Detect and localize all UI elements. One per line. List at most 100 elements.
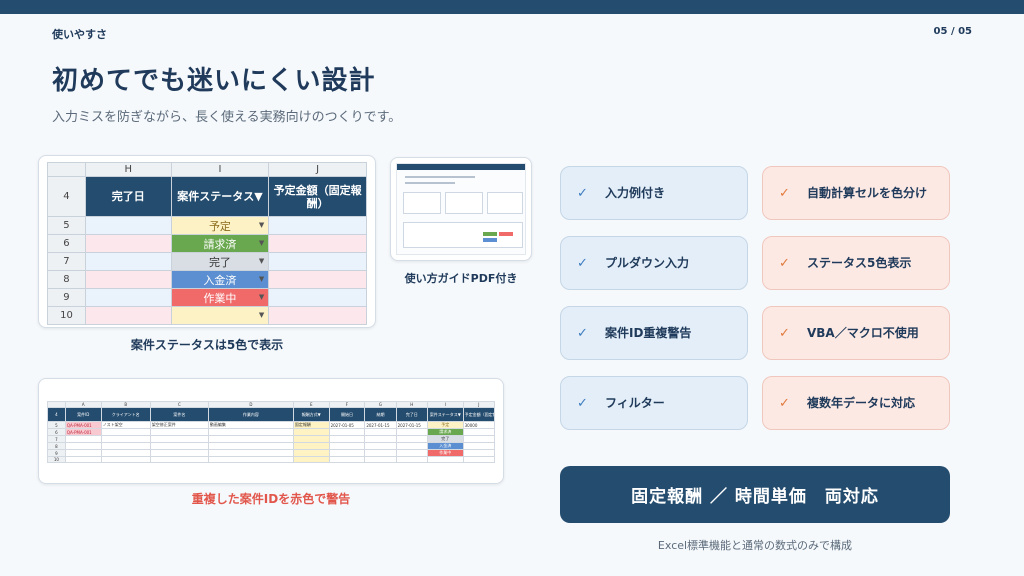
sheet-cell[interactable] xyxy=(328,428,366,436)
completion-date-cell[interactable] xyxy=(84,270,172,289)
sheet-cell[interactable]: 完了 xyxy=(426,435,464,443)
sheet-cell[interactable]: 入金済 xyxy=(426,442,464,450)
row-number: 8 xyxy=(47,442,66,450)
top-bar xyxy=(0,0,1024,14)
sheet-cell[interactable] xyxy=(395,428,428,436)
section-label: 使いやすさ xyxy=(52,28,107,41)
sheet-cell[interactable] xyxy=(292,442,330,450)
sheet-cell[interactable] xyxy=(100,442,151,450)
sheet-cell[interactable] xyxy=(100,456,151,463)
sheet-cell[interactable] xyxy=(149,435,209,443)
sheet-cell[interactable] xyxy=(149,456,209,463)
row-number: 10 xyxy=(47,456,66,463)
sheet-cell[interactable] xyxy=(64,435,102,443)
check-icon: ✓ xyxy=(577,325,588,341)
sheet-cell[interactable]: 30000 xyxy=(462,421,496,429)
planned-amount-cell[interactable] xyxy=(268,234,367,253)
sheet-cell[interactable] xyxy=(395,456,428,463)
sheet-cell[interactable] xyxy=(292,456,330,463)
planned-amount-cell[interactable] xyxy=(268,270,367,289)
sheet-cell[interactable] xyxy=(395,435,428,443)
status-dropdown-cell[interactable]: 完了 ▼ xyxy=(170,252,270,271)
dropdown-arrow-icon[interactable]: ▼ xyxy=(259,311,264,319)
sheet-cell[interactable] xyxy=(149,442,209,450)
completion-date-cell[interactable] xyxy=(84,234,172,253)
header-row: 4 案件ID クライアント名 案件名 作業内容 報酬方式▼ 開始日 納期 完了日 案件ステータス▼… xyxy=(47,407,496,422)
planned-amount-cell[interactable] xyxy=(268,252,367,271)
sheet-cell[interactable] xyxy=(395,449,428,457)
dropdown-arrow-icon[interactable]: ▼ xyxy=(259,221,264,229)
sheet-cell[interactable] xyxy=(64,449,102,457)
sheet-cell[interactable]: 2027-01-15 xyxy=(364,421,397,429)
sheet-cell[interactable] xyxy=(395,442,428,450)
sheet-cell[interactable] xyxy=(292,435,330,443)
sheet-cell[interactable] xyxy=(207,442,294,450)
status-dropdown-cell[interactable]: 作業中 ▼ xyxy=(170,288,270,307)
sheet-cell[interactable] xyxy=(364,456,397,463)
check-icon: ✓ xyxy=(577,395,588,411)
sheet-cell[interactable] xyxy=(64,456,102,463)
sheet-cell[interactable]: 請求済 xyxy=(426,428,464,436)
header-cell: 納期 xyxy=(364,407,397,422)
dropdown-arrow-icon[interactable]: ▼ xyxy=(259,257,264,265)
sheet-cell[interactable] xyxy=(328,456,366,463)
feature-card: ✓ 複数年データに対応 xyxy=(762,376,950,430)
dropdown-arrow-icon[interactable]: ▼ xyxy=(259,293,264,301)
sheet-cell[interactable] xyxy=(462,449,496,457)
sheet-cell[interactable]: 2027-01-05 xyxy=(328,421,366,429)
completion-date-cell[interactable] xyxy=(84,306,172,325)
duplicate-sheet-table: A B C D E F G H I J 4 案件ID クライアント名 案件名 作業内容 報酬方式▼ 開始日 納期完… xyxy=(47,401,496,463)
feature-card: ✓ VBA／マクロ不使用 xyxy=(762,306,950,360)
sheet-cell[interactable] xyxy=(462,428,496,436)
sheet-cell[interactable] xyxy=(328,449,366,457)
header-cell: 案件名 xyxy=(149,407,209,422)
sheet-cell[interactable] xyxy=(364,449,397,457)
sheet-cell[interactable] xyxy=(207,428,294,436)
planned-amount-cell[interactable] xyxy=(268,288,367,307)
sheet-cell[interactable]: 予定 xyxy=(426,421,464,429)
status-sheet-table: H I J 4 完了日 案件ステータス▼ 予定金額（固定報酬） 5 予定 ▼ 6 請求済… xyxy=(47,162,367,325)
dropdown-arrow-icon[interactable]: ▼ xyxy=(259,239,264,247)
sheet-cell[interactable] xyxy=(426,456,464,463)
sheet-cell[interactable]: 2027-01-15 xyxy=(395,421,428,429)
sheet-cell[interactable] xyxy=(328,442,366,450)
sheet-cell[interactable] xyxy=(462,435,496,443)
planned-amount-cell[interactable] xyxy=(268,306,367,325)
planned-amount-cell[interactable] xyxy=(268,216,367,235)
header-cell: クライアント名 xyxy=(100,407,151,422)
sheet-cell[interactable] xyxy=(364,442,397,450)
sheet-cell[interactable] xyxy=(100,435,151,443)
dropdown-arrow-icon[interactable]: ▼ xyxy=(259,275,264,283)
sheet-cell[interactable]: 固定報酬 xyxy=(292,421,330,429)
sheet-cell[interactable] xyxy=(328,435,366,443)
feature-label: 案件ID重複警告 xyxy=(605,325,692,340)
sheet-cell[interactable] xyxy=(364,428,397,436)
sheet-cell[interactable]: QA-PMA-001 xyxy=(64,428,102,436)
sheet-cell[interactable] xyxy=(207,435,294,443)
sheet-cell[interactable] xyxy=(149,449,209,457)
sheet-cell[interactable] xyxy=(207,449,294,457)
status-dropdown-cell[interactable]: ▼ xyxy=(170,306,270,325)
status-dropdown-cell[interactable]: 入金済 ▼ xyxy=(170,270,270,289)
row-number: 7 xyxy=(47,435,66,443)
sheet-cell[interactable]: ノスト架空 xyxy=(100,421,151,429)
sheet-cell[interactable] xyxy=(64,442,102,450)
status-dropdown-cell[interactable]: 予定 ▼ xyxy=(170,216,270,235)
completion-date-cell[interactable] xyxy=(84,288,172,307)
sheet-cell[interactable]: 作業中 xyxy=(426,449,464,457)
sheet-cell[interactable] xyxy=(207,456,294,463)
sheet-cell[interactable] xyxy=(149,428,209,436)
sheet-cell[interactable] xyxy=(462,456,496,463)
sheet-cell[interactable]: QA-PMA-001 xyxy=(64,421,102,429)
sheet-cell[interactable] xyxy=(292,428,330,436)
completion-date-cell[interactable] xyxy=(84,252,172,271)
sheet-cell[interactable] xyxy=(292,449,330,457)
sheet-cell[interactable]: 動画編集 xyxy=(207,421,294,429)
status-dropdown-cell[interactable]: 請求済 ▼ xyxy=(170,234,270,253)
completion-date-cell[interactable] xyxy=(84,216,172,235)
sheet-cell[interactable] xyxy=(100,449,151,457)
sheet-cell[interactable] xyxy=(364,435,397,443)
sheet-cell[interactable] xyxy=(100,428,151,436)
sheet-cell[interactable] xyxy=(462,442,496,450)
sheet-cell[interactable]: 架空修正案件 xyxy=(149,421,209,429)
